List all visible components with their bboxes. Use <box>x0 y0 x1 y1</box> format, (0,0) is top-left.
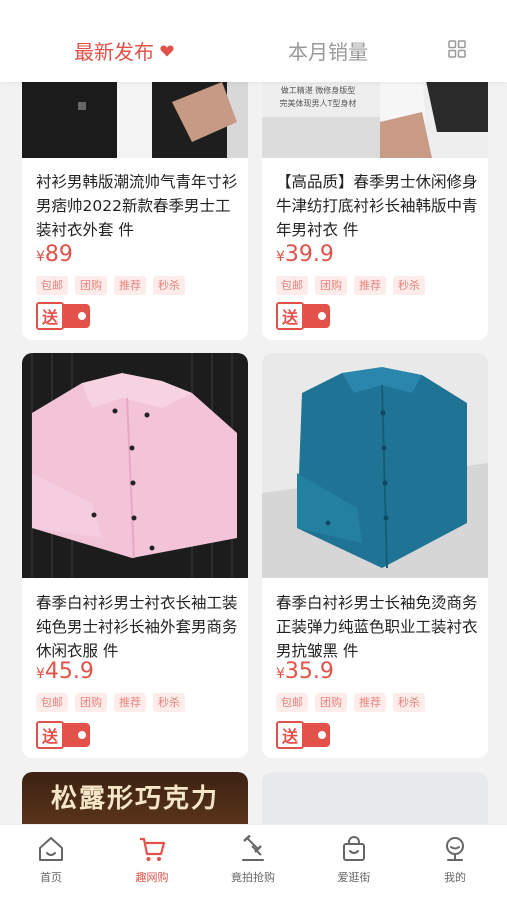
product-image <box>22 82 248 158</box>
tab-browse[interactable]: 爱逛街 <box>319 835 389 885</box>
product-price: ¥45.9 <box>36 659 94 684</box>
product-tags: 包邮 团购 推荐 秒杀 <box>36 276 185 295</box>
tag-recommended: 推荐 <box>354 693 386 712</box>
tag-group-buy: 团购 <box>75 693 107 712</box>
tag-recommended: 推荐 <box>114 276 146 295</box>
tag-free-shipping: 包邮 <box>36 276 68 295</box>
product-card[interactable]: 松露形巧克力 <box>22 772 248 824</box>
tab-profile[interactable]: 我的 <box>420 835 490 885</box>
tab-home[interactable]: 首页 <box>16 835 86 885</box>
product-title: 【高品质】春季男士休闲修身牛津纺打底衬衫长袖韩版中青年男衬衣 件 <box>276 173 478 239</box>
sort-bar: 最新发布 本月销量 <box>0 0 507 82</box>
product-price: ¥89 <box>36 242 73 267</box>
tag-free-shipping: 包邮 <box>276 693 308 712</box>
sort-tab-latest-label: 最新发布 <box>74 40 154 64</box>
product-card[interactable]: 做工精湛 微修身版型 完美体现男人T型身材 【高品质】春季男士休闲修身牛津纺打底… <box>262 82 488 340</box>
home-icon <box>39 837 63 861</box>
sort-tab-monthly-sales[interactable]: 本月销量 <box>288 36 368 65</box>
tag-flash-sale: 秒杀 <box>153 276 185 295</box>
product-card[interactable] <box>262 772 488 824</box>
screen: 最新发布 本月销量 衬衫男韩版潮流帅气青年寸衫男痞帅2022新款春季男士工装衬衣… <box>0 0 507 900</box>
tag-free-shipping: 包邮 <box>36 693 68 712</box>
tag-free-shipping: 包邮 <box>276 276 308 295</box>
product-card[interactable]: 衬衫男韩版潮流帅气青年寸衫男痞帅2022新款春季男士工装衬衣外套 件 ¥89 包… <box>22 82 248 340</box>
product-image-placeholder <box>262 772 488 824</box>
product-price: ¥39.9 <box>276 242 334 267</box>
tag-group-buy: 团购 <box>315 276 347 295</box>
tag-group-buy: 团购 <box>75 276 107 295</box>
product-image <box>22 353 248 578</box>
tab-auction[interactable]: 竟拍抢购 <box>218 835 288 885</box>
product-price: ¥35.9 <box>276 659 334 684</box>
grid-view-icon[interactable] <box>448 40 466 58</box>
product-title: 春季白衬衫男士长袖免烫商务正装弹力纯蓝色职业工装衬衣男抗皱黑 件 <box>276 594 478 660</box>
tab-shopping[interactable]: 趣网购 <box>117 835 187 885</box>
gift-ticket-icon <box>302 304 330 328</box>
product-image: 松露形巧克力 <box>22 772 248 824</box>
cart-icon <box>140 837 166 861</box>
heart-icon <box>160 45 174 57</box>
image-caption: 做工精湛 微修身版型 完美体现男人T型身材 <box>279 86 357 108</box>
product-tags: 包邮 团购 推荐 秒杀 <box>276 693 425 712</box>
product-card[interactable]: 春季白衬衫男士衬衣长袖工装纯色男士衬衫长袖外套男商务休闲衣服 件 ¥45.9 包… <box>22 353 248 758</box>
tag-group-buy: 团购 <box>315 693 347 712</box>
tag-recommended: 推荐 <box>354 276 386 295</box>
tag-flash-sale: 秒杀 <box>153 693 185 712</box>
product-card[interactable]: 春季白衬衫男士长袖免烫商务正装弹力纯蓝色职业工装衬衣男抗皱黑 件 ¥35.9 包… <box>262 353 488 758</box>
gavel-icon <box>242 835 264 861</box>
shopping-bag-icon <box>343 836 365 861</box>
product-tags: 包邮 团购 推荐 秒杀 <box>36 693 185 712</box>
banner-text: 松露形巧克力 <box>50 784 219 814</box>
product-title: 春季白衬衫男士衬衣长袖工装纯色男士衬衫长袖外套男商务休闲衣服 件 <box>36 594 238 660</box>
product-image <box>262 353 488 578</box>
bottom-tab-bar: 首页 趣网购 竟拍抢购 爱逛街 我的 <box>0 824 507 900</box>
sort-tab-latest[interactable]: 最新发布 <box>74 36 174 65</box>
tag-flash-sale: 秒杀 <box>393 276 425 295</box>
gift-ticket-icon <box>62 723 90 747</box>
tag-flash-sale: 秒杀 <box>393 693 425 712</box>
product-feed[interactable]: 衬衫男韩版潮流帅气青年寸衫男痞帅2022新款春季男士工装衬衣外套 件 ¥89 包… <box>0 82 507 824</box>
product-tags: 包邮 团购 推荐 秒杀 <box>276 276 425 295</box>
profile-icon <box>446 837 464 861</box>
product-title: 衬衫男韩版潮流帅气青年寸衫男痞帅2022新款春季男士工装衬衣外套 件 <box>36 173 238 239</box>
gift-ticket-icon <box>302 723 330 747</box>
gift-ticket-icon <box>62 304 90 328</box>
tag-recommended: 推荐 <box>114 693 146 712</box>
product-image: 做工精湛 微修身版型 完美体现男人T型身材 <box>262 82 488 158</box>
